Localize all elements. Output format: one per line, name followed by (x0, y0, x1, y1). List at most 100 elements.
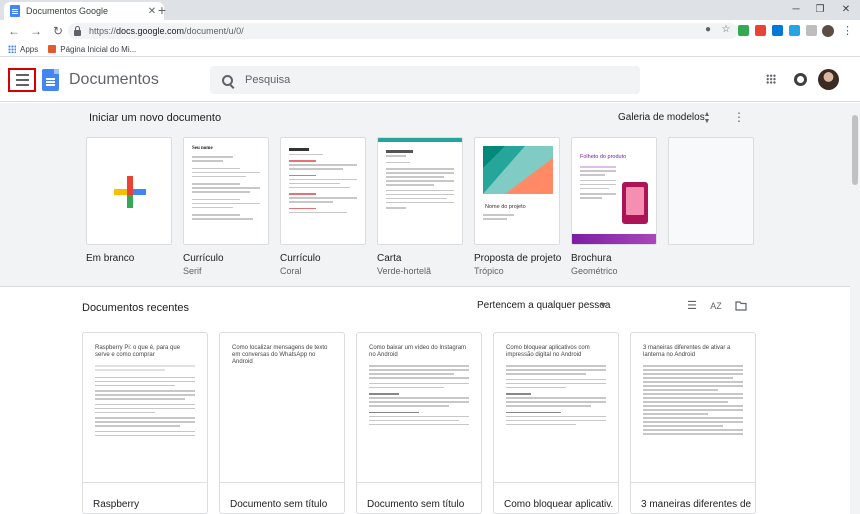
doc-preview[interactable]: 3 maneiras diferentes de ativar a lanter… (631, 333, 755, 483)
template-more[interactable] (668, 137, 754, 245)
doc-title: Documento sem título (230, 499, 328, 510)
template-name: Em branco (86, 253, 135, 264)
tab-title: Documentos Google (26, 6, 109, 16)
extension-icons (738, 25, 817, 36)
gallery-heading: Iniciar um novo documento (89, 112, 222, 124)
more-options-icon[interactable]: ⋮ (733, 110, 745, 124)
main-menu-button[interactable] (8, 68, 36, 92)
extension-status-icon[interactable]: ● (702, 24, 714, 36)
minimize-button[interactable]: ─ (784, 0, 808, 20)
doc-preview-title: Como baixar um vídeo do Instagram no And… (369, 345, 467, 358)
template-thumbnail[interactable] (280, 137, 366, 245)
template-thumbnail[interactable] (377, 137, 463, 245)
thumb-text-lines (580, 166, 616, 201)
sort-az-icon[interactable]: AZ (710, 300, 722, 312)
google-apps-icon[interactable] (766, 74, 776, 84)
doc-preview[interactable]: Como baixar um vídeo do Instagram no And… (357, 333, 481, 483)
doc-card[interactable]: Como bloquear aplicativos com impressão … (493, 332, 619, 514)
notifications-icon[interactable] (794, 73, 807, 86)
template-resume-serif[interactable]: Seu nome Currículo Serif (183, 137, 269, 276)
reload-button[interactable]: ↻ (50, 23, 66, 39)
doc-preview[interactable]: Como localizar mensagens de texto em con… (220, 333, 344, 483)
extension-blue-icon[interactable] (789, 25, 800, 36)
doc-preview-title: Raspberry Pi: o que é, para que serve e … (95, 345, 181, 358)
app-title[interactable]: Documentos (69, 71, 159, 89)
template-blank[interactable]: Em branco (86, 137, 172, 264)
template-project-proposal[interactable]: Nome do projeto Proposta de projeto Tróp… (474, 137, 562, 276)
folder-icon[interactable] (735, 300, 747, 312)
back-button[interactable]: ← (6, 23, 22, 39)
address-bar[interactable]: https:// docs.google.com /document/u/0/ … (68, 23, 738, 39)
doc-card[interactable]: 3 maneiras diferentes de ativar a lanter… (630, 332, 756, 514)
template-style: Coral (280, 266, 302, 276)
template-name: Currículo (280, 253, 321, 264)
bookmark-home[interactable]: Página Inicial do Mi... (60, 45, 136, 54)
unfold-icon[interactable]: ▲ ▼ (703, 111, 711, 125)
doc-preview[interactable]: Como bloquear aplicativos com impressão … (494, 333, 618, 483)
browser-profile-avatar[interactable] (822, 25, 834, 37)
restore-button[interactable]: ❐ (808, 0, 832, 20)
template-thumbnail[interactable]: Seu nome (183, 137, 269, 245)
thumb-text-lines (192, 156, 260, 222)
url-scheme: https:// (89, 26, 117, 36)
search-icon[interactable] (222, 74, 233, 86)
doc-title: Raspberry (93, 499, 140, 510)
menu-line (15, 79, 29, 81)
doc-preview-title: Como localizar mensagens de texto em con… (232, 345, 328, 365)
template-style: Trópico (474, 266, 504, 276)
search-bar[interactable] (210, 66, 640, 94)
doc-card[interactable]: Raspberry Pi: o que é, para que serve e … (82, 332, 208, 514)
template-name: Proposta de projeto (474, 253, 562, 264)
extension-outlook-icon[interactable] (772, 25, 783, 36)
chevron-down-icon[interactable] (600, 303, 606, 307)
template-letter[interactable]: Carta Verde-hortelã (377, 137, 463, 276)
browser-menu-icon[interactable]: ⋮ (842, 23, 853, 39)
phone-image (622, 182, 648, 224)
search-input[interactable] (245, 74, 625, 86)
thumb-title: Seu nome (192, 146, 213, 151)
extension-green-icon[interactable] (738, 25, 749, 36)
account-avatar[interactable] (818, 69, 839, 90)
template-brochure[interactable]: Folheto do produto Brochura Geométrico (571, 137, 657, 276)
doc-preview-title: Como bloquear aplicativos com impressão … (506, 345, 590, 358)
template-name: Brochura (571, 253, 612, 264)
extension-grey-icon[interactable] (806, 25, 817, 36)
doc-preview[interactable]: Raspberry Pi: o que é, para que serve e … (83, 333, 207, 483)
doc-card[interactable]: Como localizar mensagens de texto em con… (219, 332, 345, 514)
recent-documents-heading: Documentos recentes (82, 302, 189, 314)
template-style: Verde-hortelã (377, 266, 432, 276)
template-thumbnail[interactable] (668, 137, 754, 245)
new-tab-button[interactable]: + (154, 2, 170, 18)
browser-tab[interactable]: Documentos Google ✕ (4, 2, 164, 20)
forward-button[interactable]: → (28, 23, 44, 39)
url-host: docs.google.com (116, 26, 185, 36)
doc-preview-lines (643, 365, 743, 435)
lock-icon (74, 26, 81, 36)
plus-icon (114, 176, 146, 208)
template-thumbnail[interactable] (86, 137, 172, 245)
template-thumbnail[interactable]: Nome do projeto (474, 137, 560, 245)
bookmarks-bar: Apps Página Inicial do Mi... (0, 42, 860, 57)
scrollbar-thumb[interactable] (852, 115, 858, 185)
thumb-text-lines (483, 214, 551, 222)
owner-filter-dropdown[interactable]: Pertencem a qualquer pessoa (477, 300, 610, 311)
bookmark-star-icon[interactable]: ☆ (720, 24, 732, 36)
close-window-button[interactable]: ✕ (834, 0, 858, 20)
doc-preview-lines (369, 365, 469, 425)
doc-preview-title: 3 maneiras diferentes de ativar a lanter… (643, 345, 731, 358)
template-name: Currículo (183, 253, 224, 264)
template-style: Geométrico (571, 266, 618, 276)
doc-title: Documento sem título (367, 499, 465, 510)
list-view-icon[interactable]: ☰ (686, 300, 698, 312)
template-thumbnail[interactable]: Folheto do produto (571, 137, 657, 245)
doc-card[interactable]: Como baixar um vídeo do Instagram no And… (356, 332, 482, 514)
browser-toolbar: ← → ↻ https:// docs.google.com /document… (0, 20, 860, 42)
brochure-footer-bar (572, 234, 656, 244)
url-path: /document/u/0/ (184, 26, 244, 36)
template-resume-coral[interactable]: Currículo Coral (280, 137, 366, 276)
extension-red-icon[interactable] (755, 25, 766, 36)
bookmark-apps[interactable]: Apps (20, 45, 38, 54)
docs-logo-icon[interactable] (42, 69, 59, 91)
template-gallery-toggle[interactable]: Galeria de modelos (618, 112, 705, 123)
browser-tabstrip: Documentos Google ✕ + ─ ❐ ✕ (0, 0, 860, 20)
